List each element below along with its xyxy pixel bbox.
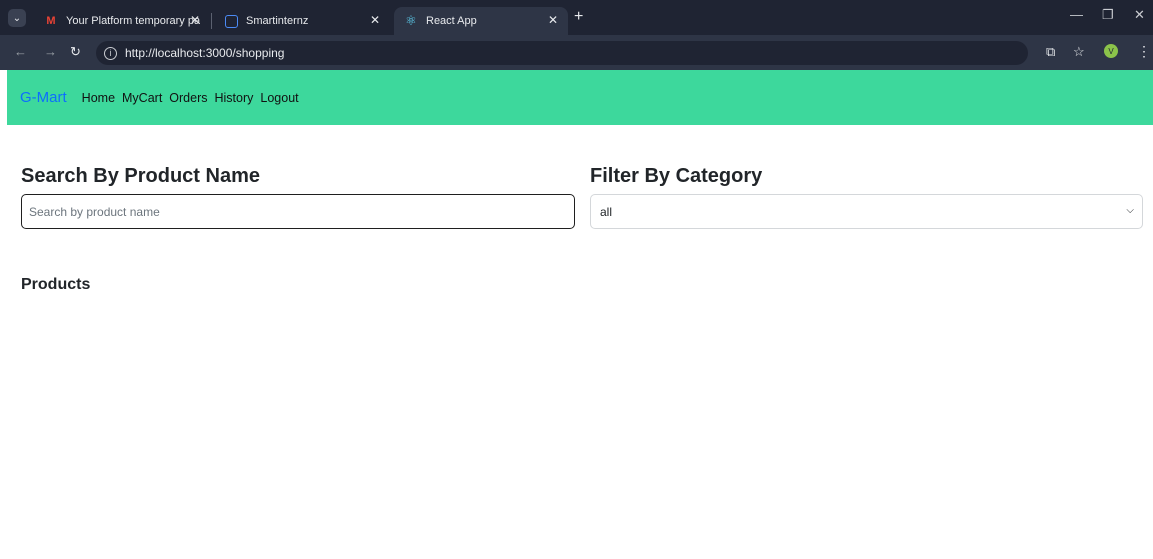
browser-toolbar: ← → ↻ i http://localhost:3000/shopping ⧉… xyxy=(0,35,1153,70)
close-icon[interactable]: ✕ xyxy=(190,13,200,27)
products-heading: Products xyxy=(21,276,91,293)
tab-smartinternz[interactable]: Smartinternz ✕ xyxy=(214,7,390,35)
tab-separator xyxy=(211,13,212,29)
minimize-icon[interactable]: — xyxy=(1070,7,1083,22)
search-heading: Search By Product Name xyxy=(21,165,260,187)
tab-search-icon[interactable]: ⌄ xyxy=(8,9,26,27)
nav-history[interactable]: History xyxy=(215,91,254,105)
category-select[interactable]: all ⌵ xyxy=(590,194,1143,229)
window-close-icon[interactable]: ✕ xyxy=(1134,7,1145,23)
app-navbar: G-Mart Home MyCart Orders History Logout xyxy=(7,70,1153,125)
nav-orders[interactable]: Orders xyxy=(169,91,207,105)
chevron-down-icon: ⌵ xyxy=(1126,205,1134,216)
tab-title: Smartinternz xyxy=(246,15,309,27)
back-icon[interactable]: ← xyxy=(14,44,27,59)
info-icon[interactable]: i xyxy=(104,46,117,60)
category-selected-value: all xyxy=(600,204,613,219)
browser-tab-bar: ⌄ M Your Platform temporary passw ✕ Smar… xyxy=(0,0,1153,35)
new-tab-icon[interactable]: + xyxy=(574,8,583,26)
bookmark-star-icon[interactable]: ☆ xyxy=(1073,44,1085,60)
tab-gmail[interactable]: M Your Platform temporary passw ✕ xyxy=(34,7,210,35)
tab-title: React App xyxy=(426,15,477,27)
profile-avatar[interactable]: V xyxy=(1104,44,1118,58)
reload-icon[interactable]: ↻ xyxy=(70,44,81,60)
nav-logout[interactable]: Logout xyxy=(260,91,298,105)
nav-mycart[interactable]: MyCart xyxy=(122,91,162,105)
menu-kebab-icon[interactable]: ⋮ xyxy=(1137,43,1151,60)
smartinternz-icon xyxy=(224,14,238,28)
tab-title: Your Platform temporary passw xyxy=(66,15,200,27)
react-icon: ⚛ xyxy=(405,13,417,28)
address-bar[interactable]: i http://localhost:3000/shopping xyxy=(96,41,1028,65)
close-icon[interactable]: ✕ xyxy=(548,13,558,27)
restore-icon[interactable]: ❐ xyxy=(1102,7,1114,23)
search-input[interactable] xyxy=(21,194,575,229)
tab-react-app[interactable]: ⚛ React App ✕ xyxy=(394,7,568,35)
brand-logo[interactable]: G-Mart xyxy=(20,89,67,106)
nav-home[interactable]: Home xyxy=(82,91,115,105)
gmail-icon: M xyxy=(46,15,56,27)
forward-icon[interactable]: → xyxy=(44,44,57,59)
install-app-icon[interactable]: ⧉ xyxy=(1046,44,1055,60)
url-text: http://localhost:3000/shopping xyxy=(125,46,285,60)
filter-heading: Filter By Category xyxy=(590,165,763,187)
close-icon[interactable]: ✕ xyxy=(370,13,380,27)
